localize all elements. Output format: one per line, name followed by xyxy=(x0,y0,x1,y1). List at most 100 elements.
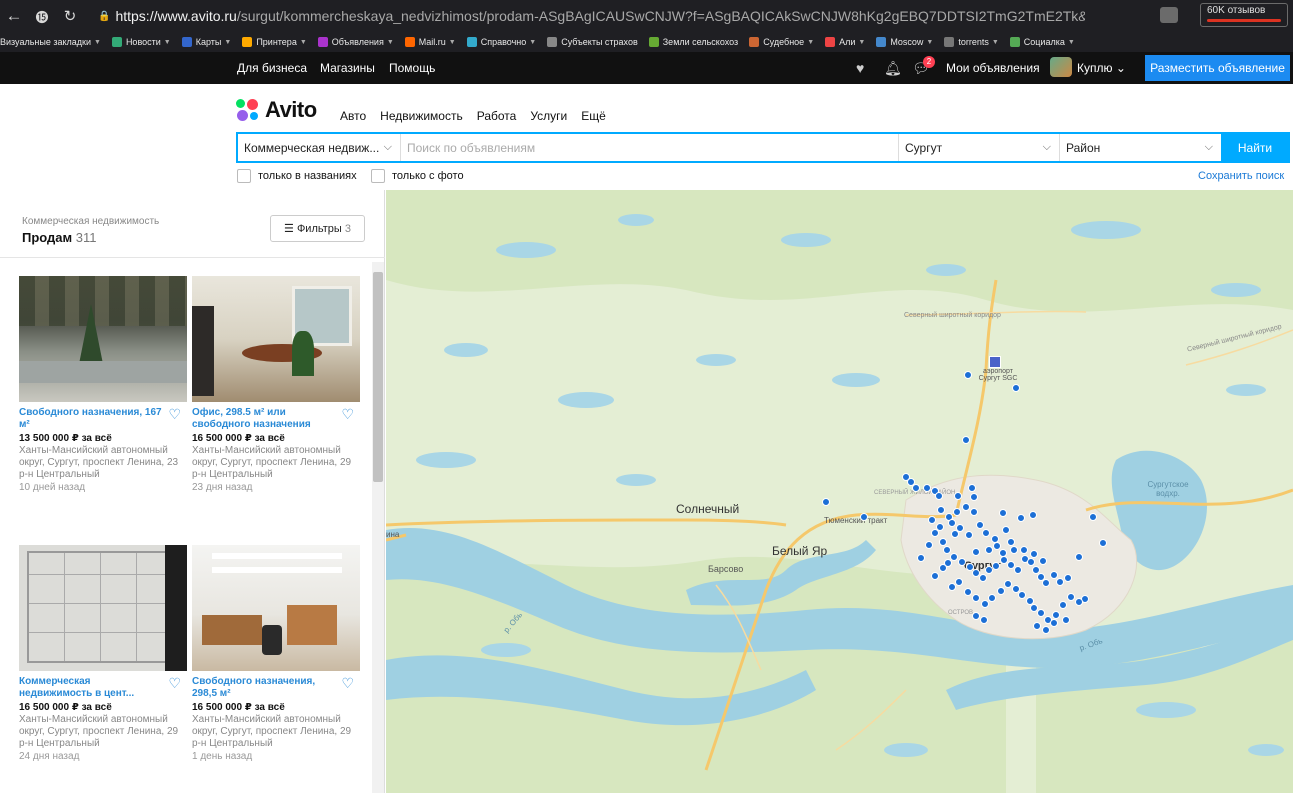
post-ad-button[interactable]: Разместить объявление xyxy=(1145,55,1290,81)
map-marker[interactable] xyxy=(936,523,944,531)
map-marker[interactable] xyxy=(939,538,947,546)
map-marker[interactable] xyxy=(935,492,943,500)
map-marker[interactable] xyxy=(1099,539,1107,547)
map-marker[interactable] xyxy=(1062,616,1070,624)
map-marker[interactable] xyxy=(981,600,989,608)
listing-photo[interactable] xyxy=(192,545,360,671)
bookmark-item[interactable]: Социалка ▼ xyxy=(1009,37,1075,47)
bookmark-item[interactable]: Земли сельскохоз xyxy=(648,37,738,47)
bookmark-item[interactable]: Объявления ▼ xyxy=(317,37,394,47)
map-marker[interactable] xyxy=(912,484,920,492)
map-marker[interactable] xyxy=(925,541,933,549)
listing-photo[interactable] xyxy=(192,276,360,402)
favorite-heart-icon[interactable]: ♡ xyxy=(341,675,354,692)
district-select[interactable]: Район ⌵ xyxy=(1060,134,1221,161)
nav-jobs[interactable]: Работа xyxy=(477,109,517,123)
map-marker[interactable] xyxy=(962,503,970,511)
listing-card[interactable]: Свободного назначения, 167 м² ♡ 13 500 0… xyxy=(19,276,187,493)
favorite-heart-icon[interactable]: ♡ xyxy=(168,675,181,692)
map-marker[interactable] xyxy=(999,509,1007,517)
map-marker[interactable] xyxy=(1059,601,1067,609)
map-marker[interactable] xyxy=(1052,611,1060,619)
reload-icon[interactable]: ↻ xyxy=(56,7,84,25)
map-marker[interactable] xyxy=(1018,591,1026,599)
map-marker[interactable] xyxy=(1007,538,1015,546)
map-marker[interactable] xyxy=(1030,550,1038,558)
map-marker[interactable] xyxy=(964,371,972,379)
map-marker[interactable] xyxy=(965,531,973,539)
map-marker[interactable] xyxy=(953,508,961,516)
avito-logo[interactable]: Avito xyxy=(236,97,317,123)
business-link[interactable]: Для бизнеса xyxy=(237,61,307,75)
map-marker[interactable] xyxy=(937,506,945,514)
help-link[interactable]: Помощь xyxy=(389,61,435,75)
map-marker[interactable] xyxy=(962,436,970,444)
map-marker[interactable] xyxy=(1056,578,1064,586)
map-marker[interactable] xyxy=(976,521,984,529)
map-marker[interactable] xyxy=(970,508,978,516)
map-marker[interactable] xyxy=(985,546,993,554)
map-marker[interactable] xyxy=(943,546,951,554)
map-marker[interactable] xyxy=(1004,580,1012,588)
search-input[interactable]: Поиск по объявлениям xyxy=(401,134,899,161)
map-marker[interactable] xyxy=(1050,619,1058,627)
nav-auto[interactable]: Авто xyxy=(340,109,366,123)
bookmark-item[interactable]: Справочно ▼ xyxy=(466,37,536,47)
map-marker[interactable] xyxy=(1027,558,1035,566)
map-marker[interactable] xyxy=(1067,593,1075,601)
map-marker[interactable] xyxy=(1014,566,1022,574)
nav-realty[interactable]: Недвижимость xyxy=(380,109,463,123)
bookmark-item[interactable]: Карты ▼ xyxy=(181,37,231,47)
bookmark-item[interactable]: Али ▼ xyxy=(825,37,865,47)
breadcrumb[interactable]: Коммерческая недвижимость xyxy=(22,216,159,227)
category-select[interactable]: Коммерческая недвиж... ⌵ xyxy=(238,134,401,161)
bookmark-item[interactable]: Субъекты страхов xyxy=(547,37,638,47)
map-marker[interactable] xyxy=(931,572,939,580)
map-marker[interactable] xyxy=(1017,514,1025,522)
map-marker[interactable] xyxy=(950,553,958,561)
listing-title[interactable]: Свободного назначения, 298,5 м² xyxy=(192,676,337,700)
address-bar[interactable]: https://www.avito.ru/surgut/kommercheska… xyxy=(115,8,1085,24)
listing-title[interactable]: Коммерческая недвижимость в цент... xyxy=(19,676,164,700)
nav-more[interactable]: Ещё xyxy=(581,109,606,123)
listing-card[interactable]: Свободного назначения, 298,5 м² ♡ 16 500… xyxy=(192,545,360,762)
favorite-heart-icon[interactable]: ♡ xyxy=(341,406,354,423)
map-marker[interactable] xyxy=(997,587,1005,595)
user-menu[interactable]: Куплю ⌄ xyxy=(1077,61,1126,75)
reviews-button[interactable]: 60K отзывов xyxy=(1200,3,1288,27)
favorite-heart-icon[interactable]: ♡ xyxy=(168,406,181,423)
bookmark-item[interactable]: Судебное ▼ xyxy=(749,37,814,47)
only-titles-checkbox[interactable]: только в названиях xyxy=(237,169,357,183)
listing-title[interactable]: Свободного назначения, 167 м² xyxy=(19,407,164,431)
bookmark-item[interactable]: Новости ▼ xyxy=(111,37,171,47)
map-marker[interactable] xyxy=(992,562,1000,570)
listing-card[interactable]: Коммерческая недвижимость в цент... ♡ 16… xyxy=(19,545,187,762)
listing-title[interactable]: Офис, 298.5 м² или свободного назначения xyxy=(192,407,337,431)
map-marker[interactable] xyxy=(948,519,956,527)
map-marker[interactable] xyxy=(999,549,1007,557)
map-marker[interactable] xyxy=(928,516,936,524)
map-marker[interactable] xyxy=(980,616,988,624)
listing-photo[interactable] xyxy=(19,545,187,671)
map-marker[interactable] xyxy=(1042,579,1050,587)
city-select[interactable]: Сургут ⌵ xyxy=(899,134,1060,161)
filters-button[interactable]: ☰ Фильтры 3 xyxy=(270,215,365,242)
only-photo-checkbox[interactable]: только с фото xyxy=(371,169,464,183)
map-marker[interactable] xyxy=(1089,513,1097,521)
notifications-bell-icon[interactable]: 🔔︎ xyxy=(884,60,902,77)
yandex-icon[interactable]: ⓯ xyxy=(28,7,56,26)
map-marker[interactable] xyxy=(988,594,996,602)
favorites-heart-icon[interactable]: ♥ xyxy=(856,60,864,76)
bookmark-item[interactable]: Moscow ▼ xyxy=(876,37,933,47)
bookmark-item[interactable]: torrents ▼ xyxy=(944,37,999,47)
map-marker[interactable] xyxy=(1010,546,1018,554)
map-marker[interactable] xyxy=(972,594,980,602)
map-marker[interactable] xyxy=(822,498,830,506)
map-marker[interactable] xyxy=(1037,609,1045,617)
map-marker[interactable] xyxy=(1064,574,1072,582)
map-marker[interactable] xyxy=(958,558,966,566)
map-marker[interactable] xyxy=(923,484,931,492)
map-marker[interactable] xyxy=(970,493,978,501)
back-arrow-icon[interactable]: ← xyxy=(0,6,28,26)
map-marker[interactable] xyxy=(972,548,980,556)
